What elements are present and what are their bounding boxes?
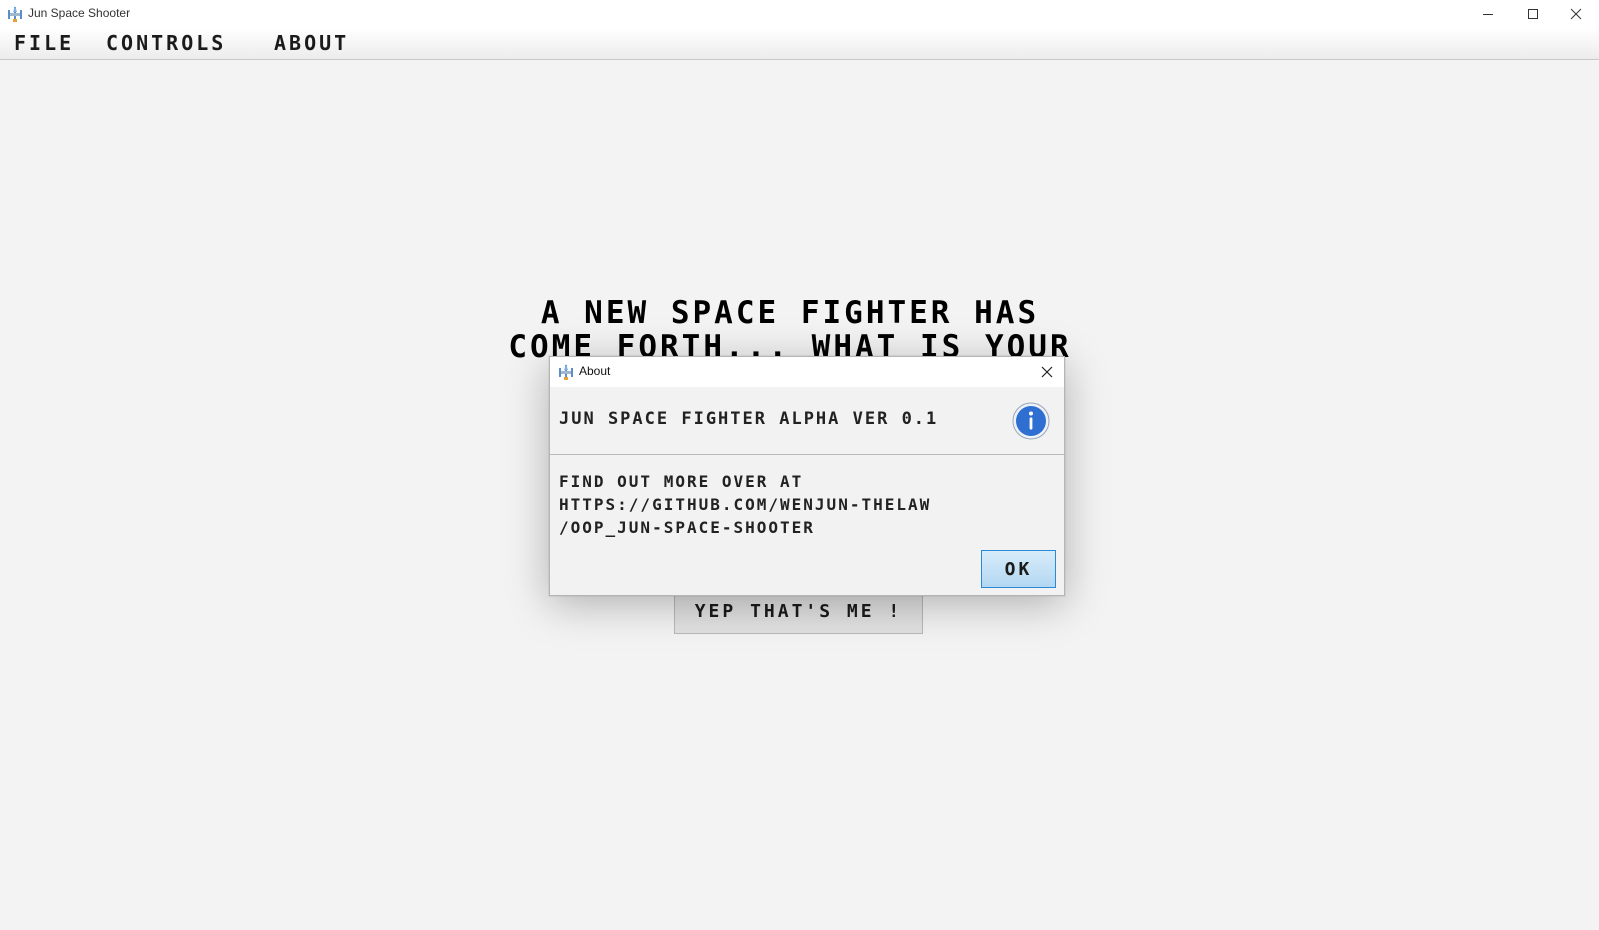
message-line-3: /OOP_JUN-SPACE-SHOOTER [559, 518, 815, 537]
dialog-header: JUN SPACE FIGHTER ALPHA VER 0.1 [550, 387, 1064, 455]
menu-file[interactable]: FILE [14, 32, 74, 54]
welcome-headline: A NEW SPACE FIGHTER HAS COME FORTH... WH… [490, 296, 1090, 360]
message-line-1: FIND OUT MORE OVER AT [559, 472, 804, 491]
close-icon [1041, 366, 1053, 378]
window-close-button[interactable] [1553, 0, 1599, 28]
maximize-icon [1528, 9, 1538, 19]
message-line-2: HTTPS://GITHUB.COM/WENJUN-THELAW [559, 495, 932, 514]
spaceship-icon [559, 364, 573, 380]
maximize-button[interactable] [1510, 0, 1556, 28]
minimize-icon [1483, 14, 1493, 15]
spaceship-icon [8, 6, 22, 22]
dialog-heading: JUN SPACE FIGHTER ALPHA VER 0.1 [559, 409, 939, 429]
menu-bar: FILE CONTROLS ABOUT [0, 28, 1599, 60]
menu-about[interactable]: ABOUT [274, 32, 349, 54]
info-icon [1012, 402, 1050, 440]
ok-button[interactable]: OK [981, 550, 1056, 588]
dialog-message: FIND OUT MORE OVER AT HTTPS://GITHUB.COM… [559, 470, 1059, 539]
close-icon [1570, 8, 1582, 20]
minimize-button[interactable] [1465, 0, 1511, 28]
window-title: Jun Space Shooter [28, 6, 131, 20]
dialog-close-button[interactable] [1034, 359, 1060, 385]
about-dialog: About JUN SPACE FIGHTER ALPHA VER 0.1 FI… [549, 356, 1065, 596]
dialog-titlebar: About [550, 357, 1064, 387]
headline-line-1: A NEW SPACE FIGHTER HAS [540, 296, 1040, 331]
dialog-title: About [579, 364, 611, 378]
window-titlebar: Jun Space Shooter [0, 0, 1599, 28]
menu-controls[interactable]: CONTROLS [106, 32, 226, 54]
